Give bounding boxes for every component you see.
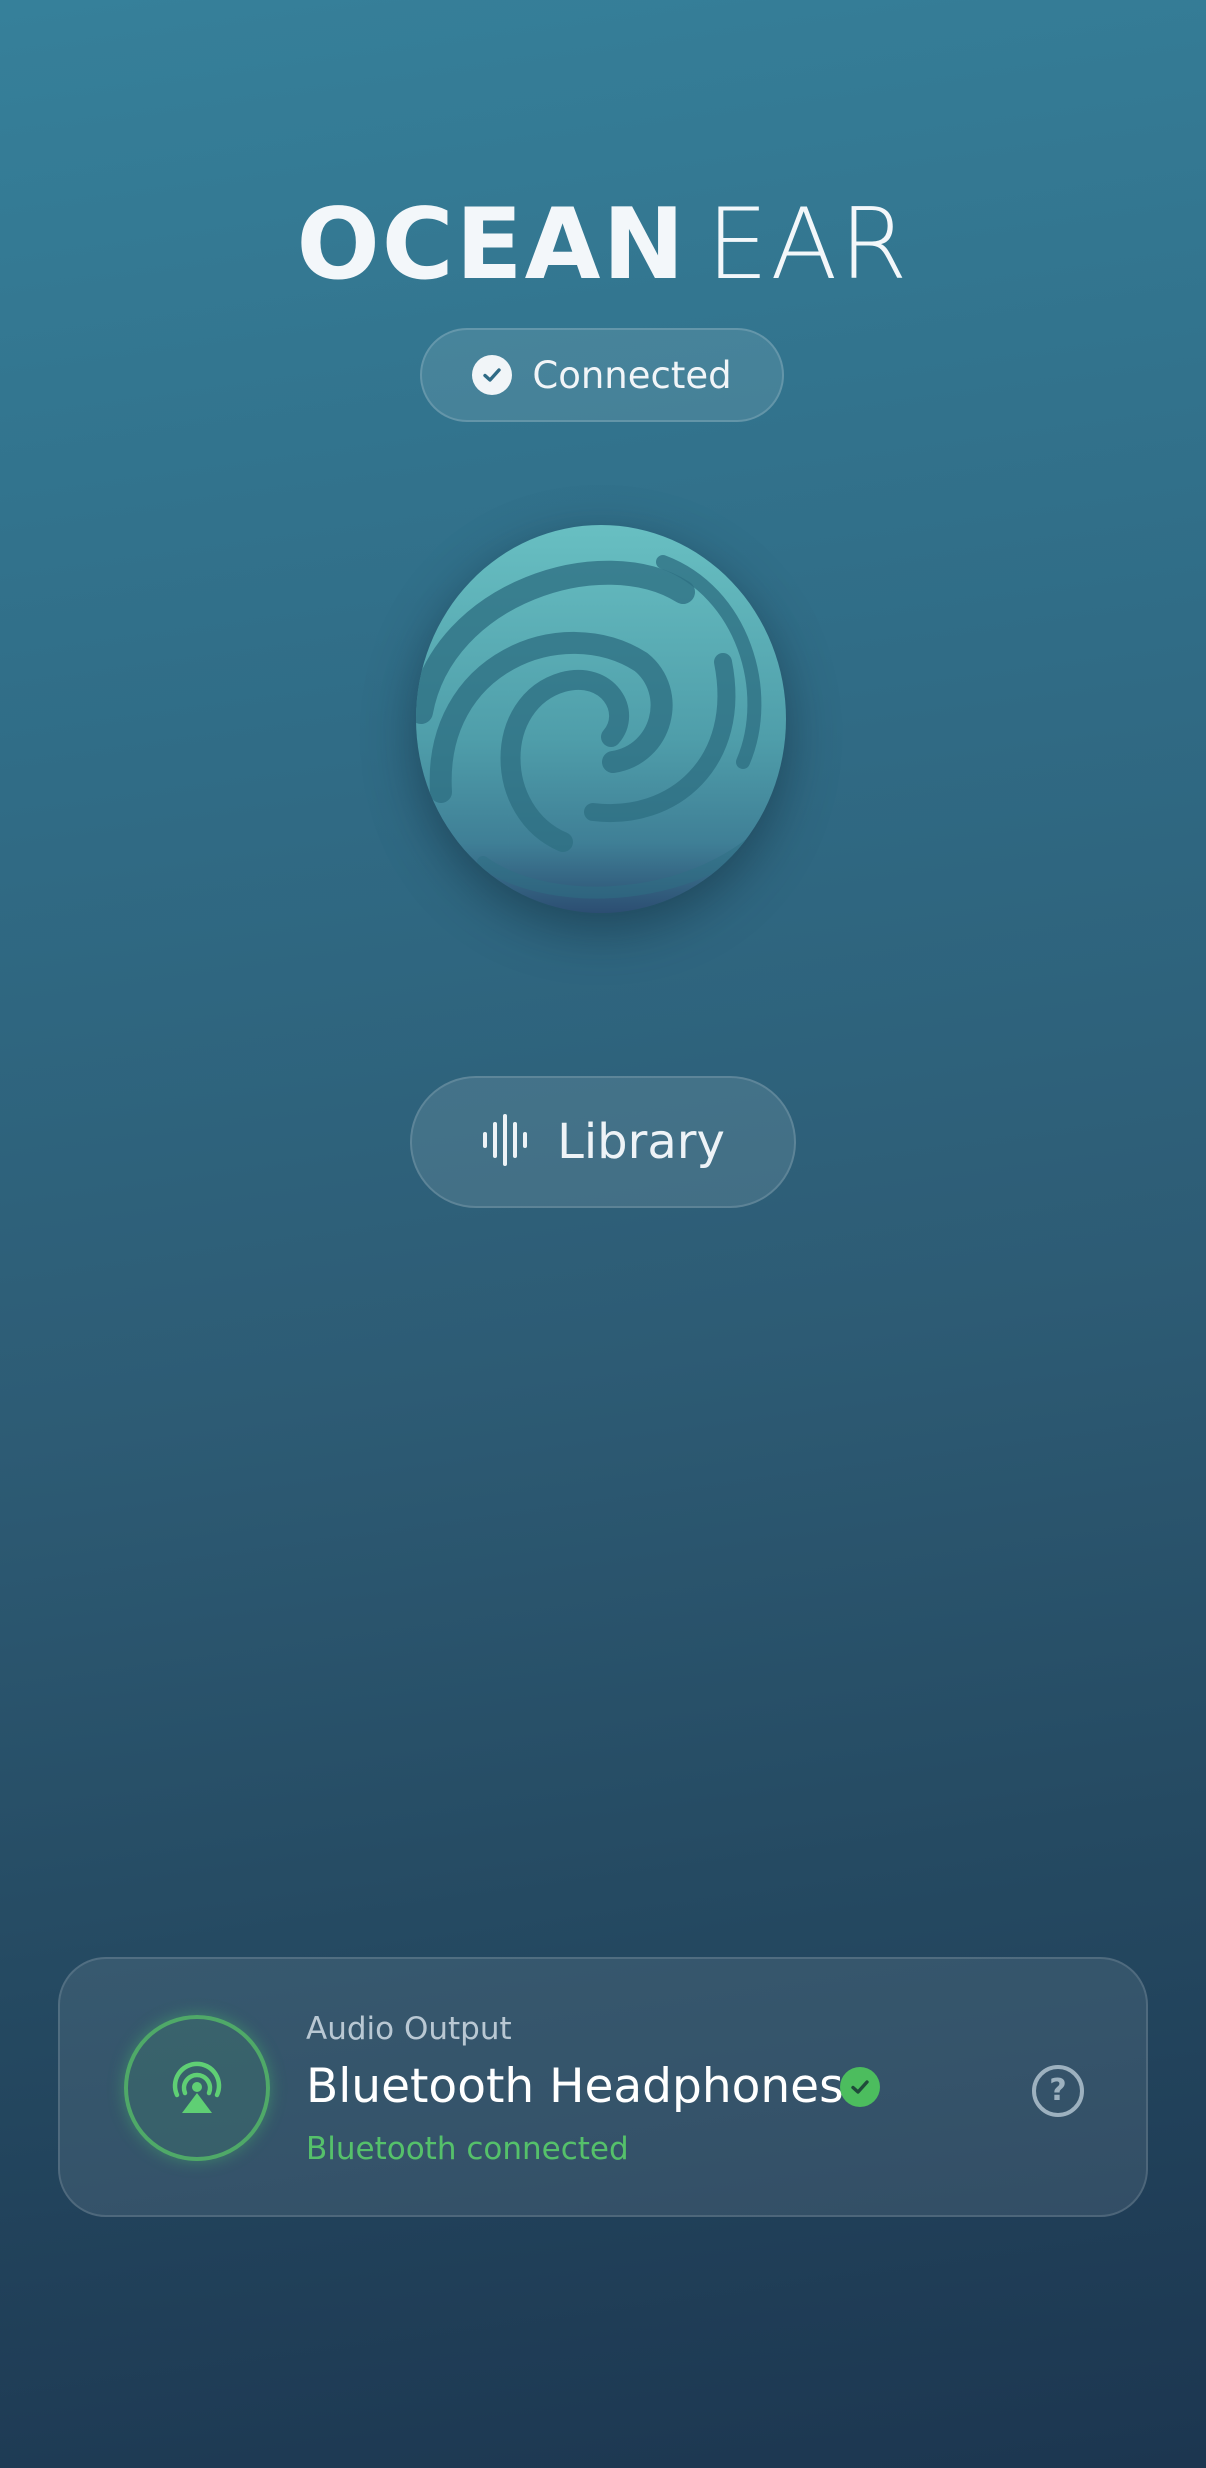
help-circle-icon: ? — [1049, 2073, 1067, 2108]
device-name: Bluetooth Headphones — [306, 2059, 844, 2114]
airplay-audio-icon — [124, 2015, 270, 2161]
library-button[interactable]: Library — [410, 1076, 796, 1208]
audio-output-card[interactable]: Audio Output Bluetooth Headphones Blueto… — [58, 1957, 1148, 2217]
connection-status-label: Connected — [532, 353, 732, 397]
check-circle-icon — [472, 355, 513, 395]
connection-status-badge: Connected — [420, 328, 784, 422]
waveform-icon — [481, 1114, 529, 1170]
library-label: Library — [557, 1114, 725, 1170]
ocean-wave-logo — [413, 522, 789, 916]
help-button[interactable]: ? — [1032, 2065, 1084, 2117]
app-title-bold: OCEAN — [296, 188, 687, 302]
app-title-light: EAR — [706, 188, 910, 302]
check-badge-icon — [840, 2067, 880, 2107]
app-title: OCEAN EAR — [0, 190, 1206, 300]
audio-output-label: Audio Output — [306, 2011, 512, 2047]
device-connection-status: Bluetooth connected — [306, 2131, 629, 2167]
